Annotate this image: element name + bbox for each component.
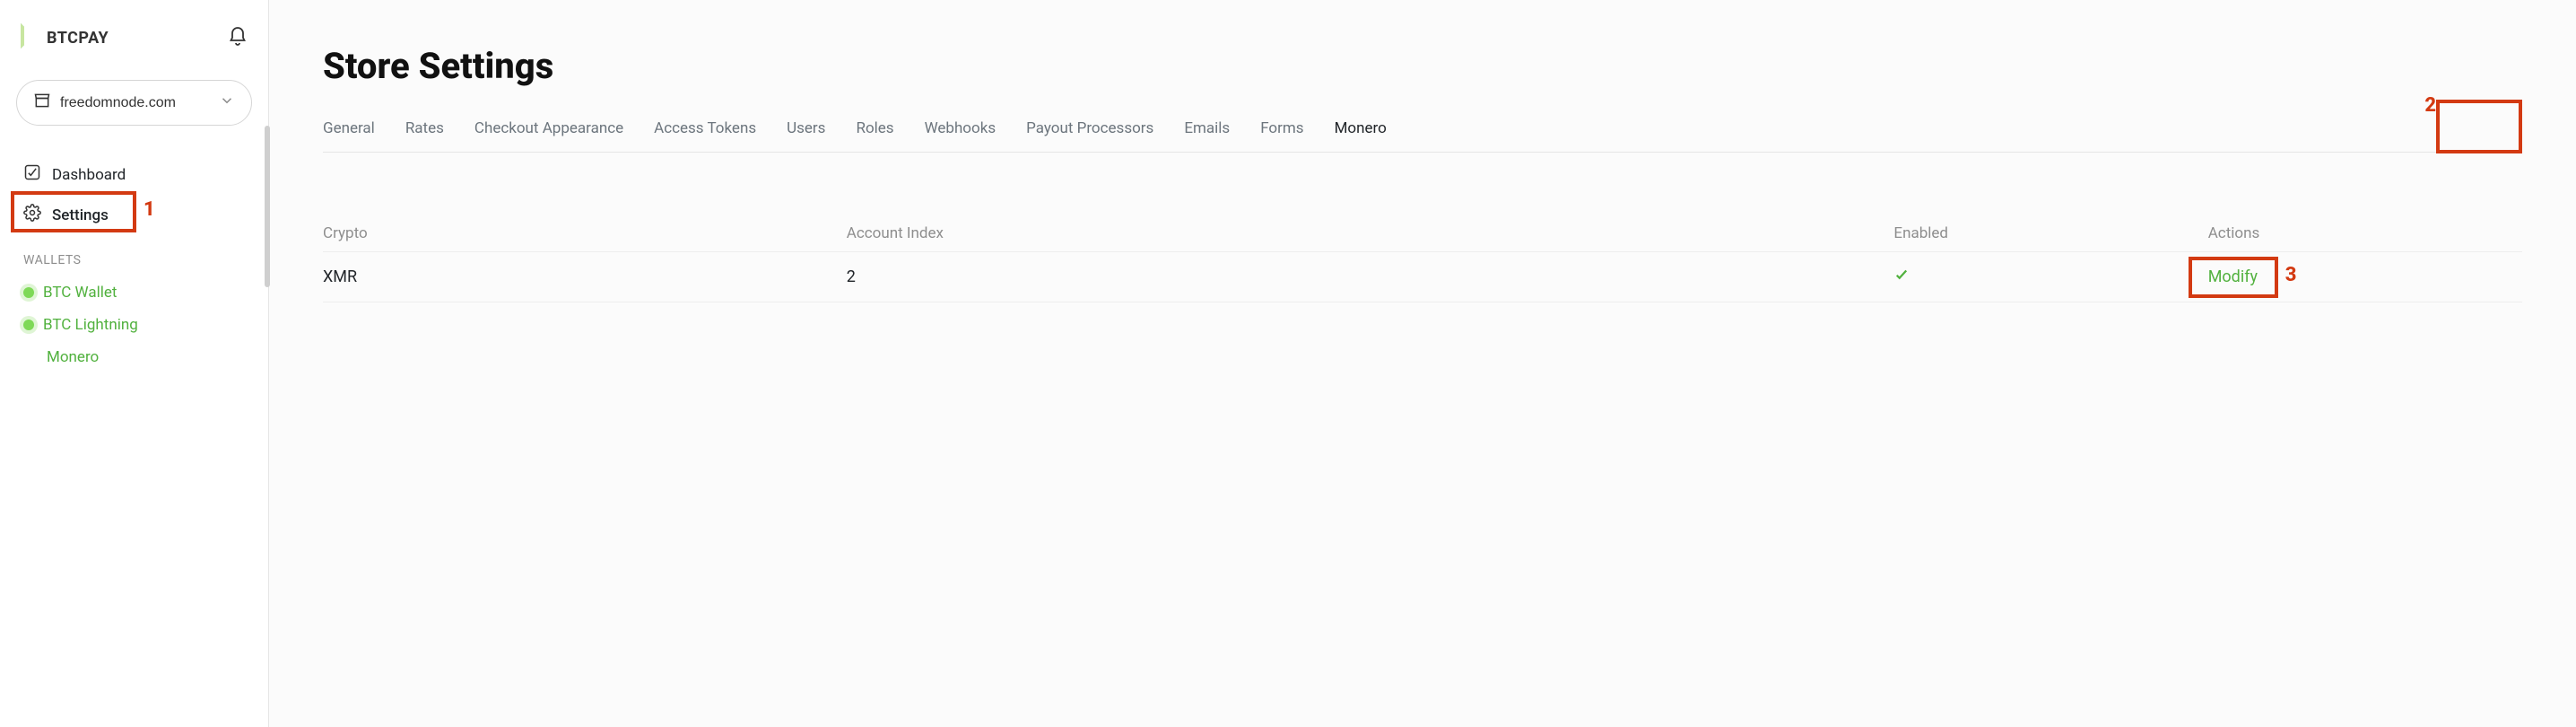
tab-roles[interactable]: Roles (856, 119, 893, 137)
tab-checkout-appearance[interactable]: Checkout Appearance (474, 119, 623, 137)
store-icon (33, 92, 51, 114)
tab-forms[interactable]: Forms (1260, 119, 1303, 137)
sidebar-item-btc-lightning[interactable]: BTC Lightning (16, 309, 252, 341)
modify-link[interactable]: Modify (2208, 267, 2258, 286)
sidebar-item-label: Monero (47, 348, 99, 366)
table-header-crypto: Crypto (323, 224, 847, 242)
tab-general[interactable]: General (323, 119, 375, 137)
table-row: XMR 2 Modify 3 (323, 252, 2522, 302)
scrollbar-handle[interactable] (265, 126, 270, 287)
sidebar-item-label: BTC Lightning (43, 316, 138, 334)
sidebar: BTCPAY freedomnode.com Das (0, 0, 269, 727)
dashboard-icon (23, 163, 41, 186)
sidebar-item-label: BTC Wallet (43, 284, 117, 302)
table-header-account-index: Account Index (847, 224, 1894, 242)
cell-account-index: 2 (847, 267, 1894, 286)
check-icon (1893, 268, 1910, 287)
store-selector[interactable]: freedomnode.com (16, 80, 252, 126)
cell-crypto: XMR (323, 267, 847, 286)
store-name: freedomnode.com (60, 95, 176, 111)
sidebar-item-label: Dashboard (52, 166, 126, 184)
tab-webhooks[interactable]: Webhooks (925, 119, 996, 137)
tabs-container: General Rates Checkout Appearance Access… (323, 119, 2522, 153)
annotation-number-3: 3 (2285, 264, 2297, 286)
sidebar-item-label: Settings (52, 206, 109, 224)
tab-emails[interactable]: Emails (1184, 119, 1230, 137)
logo: BTCPAY (16, 22, 109, 55)
sidebar-item-settings[interactable]: Settings (16, 195, 252, 235)
sidebar-item-dashboard[interactable]: Dashboard (16, 154, 252, 195)
gear-icon (23, 204, 41, 226)
main-content: Store Settings General Rates Checkout Ap… (269, 0, 2576, 727)
tab-rates[interactable]: Rates (405, 119, 444, 137)
tab-access-tokens[interactable]: Access Tokens (654, 119, 756, 137)
chevron-down-icon (219, 92, 235, 113)
wallets-section-label: WALLETS (23, 253, 252, 267)
tab-monero[interactable]: Monero (1335, 119, 1387, 137)
sidebar-item-btc-wallet[interactable]: BTC Wallet (16, 276, 252, 309)
bell-icon (227, 37, 248, 50)
crypto-table: Crypto Account Index Enabled Actions XMR… (323, 215, 2522, 302)
table-header-actions: Actions (2208, 224, 2522, 242)
active-tab-indicator (2454, 150, 2522, 153)
page-title: Store Settings (323, 45, 2522, 87)
logo-text: BTCPAY (47, 29, 109, 48)
logo-icon (16, 22, 39, 55)
sidebar-item-monero[interactable]: Monero (16, 341, 252, 373)
table-header-enabled: Enabled (1893, 224, 2207, 242)
status-dot-icon (23, 320, 34, 330)
tab-users[interactable]: Users (787, 119, 825, 137)
tab-payout-processors[interactable]: Payout Processors (1026, 119, 1153, 137)
status-dot-icon (23, 287, 34, 298)
notifications-button[interactable] (223, 22, 252, 54)
annotation-number-2: 2 (2424, 94, 2436, 117)
